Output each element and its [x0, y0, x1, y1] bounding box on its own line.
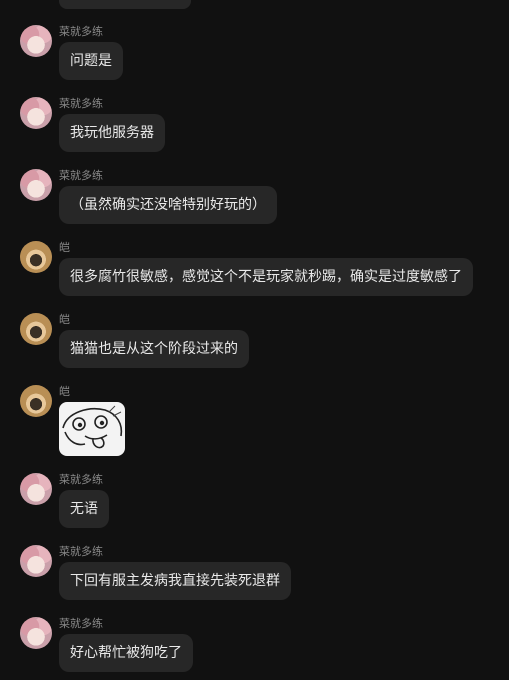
avatar[interactable] [20, 385, 52, 417]
avatar[interactable] [20, 617, 52, 649]
message-bubble[interactable]: 很多腐竹很敏感，感觉这个不是玩家就秒踢，确实是过度敏感了 [59, 258, 473, 296]
sender-name: 皑 [59, 313, 70, 326]
avatar[interactable] [20, 545, 52, 577]
sender-name: 菜就多练 [59, 25, 103, 38]
message-bubble[interactable]: 猫猫也是从这个阶段过来的 [59, 330, 249, 368]
message-bubble[interactable]: 无语 [59, 490, 109, 528]
previous-message-bubble [59, 0, 191, 9]
sender-name: 皑 [59, 385, 70, 398]
meme-face-sticker-drawing [62, 405, 123, 449]
sender-name: 菜就多练 [59, 97, 103, 110]
meme-face-sticker[interactable] [59, 402, 125, 456]
sender-name: 菜就多练 [59, 545, 103, 558]
sender-name: 菜就多练 [59, 473, 103, 486]
sender-name: 菜就多练 [59, 617, 103, 630]
message-bubble[interactable]: 下回有服主发病我直接先装死退群 [59, 562, 291, 600]
sender-name: 菜就多练 [59, 169, 103, 182]
chat-message-list[interactable]: 菜就多练 问题是 菜就多练 我玩他服务器 菜就多练 （虽然确实还没啥特别好玩的）… [0, 0, 509, 680]
sender-name: 皑 [59, 241, 70, 254]
avatar[interactable] [20, 169, 52, 201]
message-bubble[interactable]: 好心帮忙被狗吃了 [59, 634, 193, 672]
message-bubble[interactable]: （虽然确实还没啥特别好玩的） [59, 186, 277, 224]
avatar[interactable] [20, 313, 52, 345]
avatar[interactable] [20, 97, 52, 129]
avatar[interactable] [20, 25, 52, 57]
message-bubble[interactable]: 我玩他服务器 [59, 114, 165, 152]
avatar[interactable] [20, 241, 52, 273]
message-bubble[interactable]: 问题是 [59, 42, 123, 80]
avatar[interactable] [20, 473, 52, 505]
